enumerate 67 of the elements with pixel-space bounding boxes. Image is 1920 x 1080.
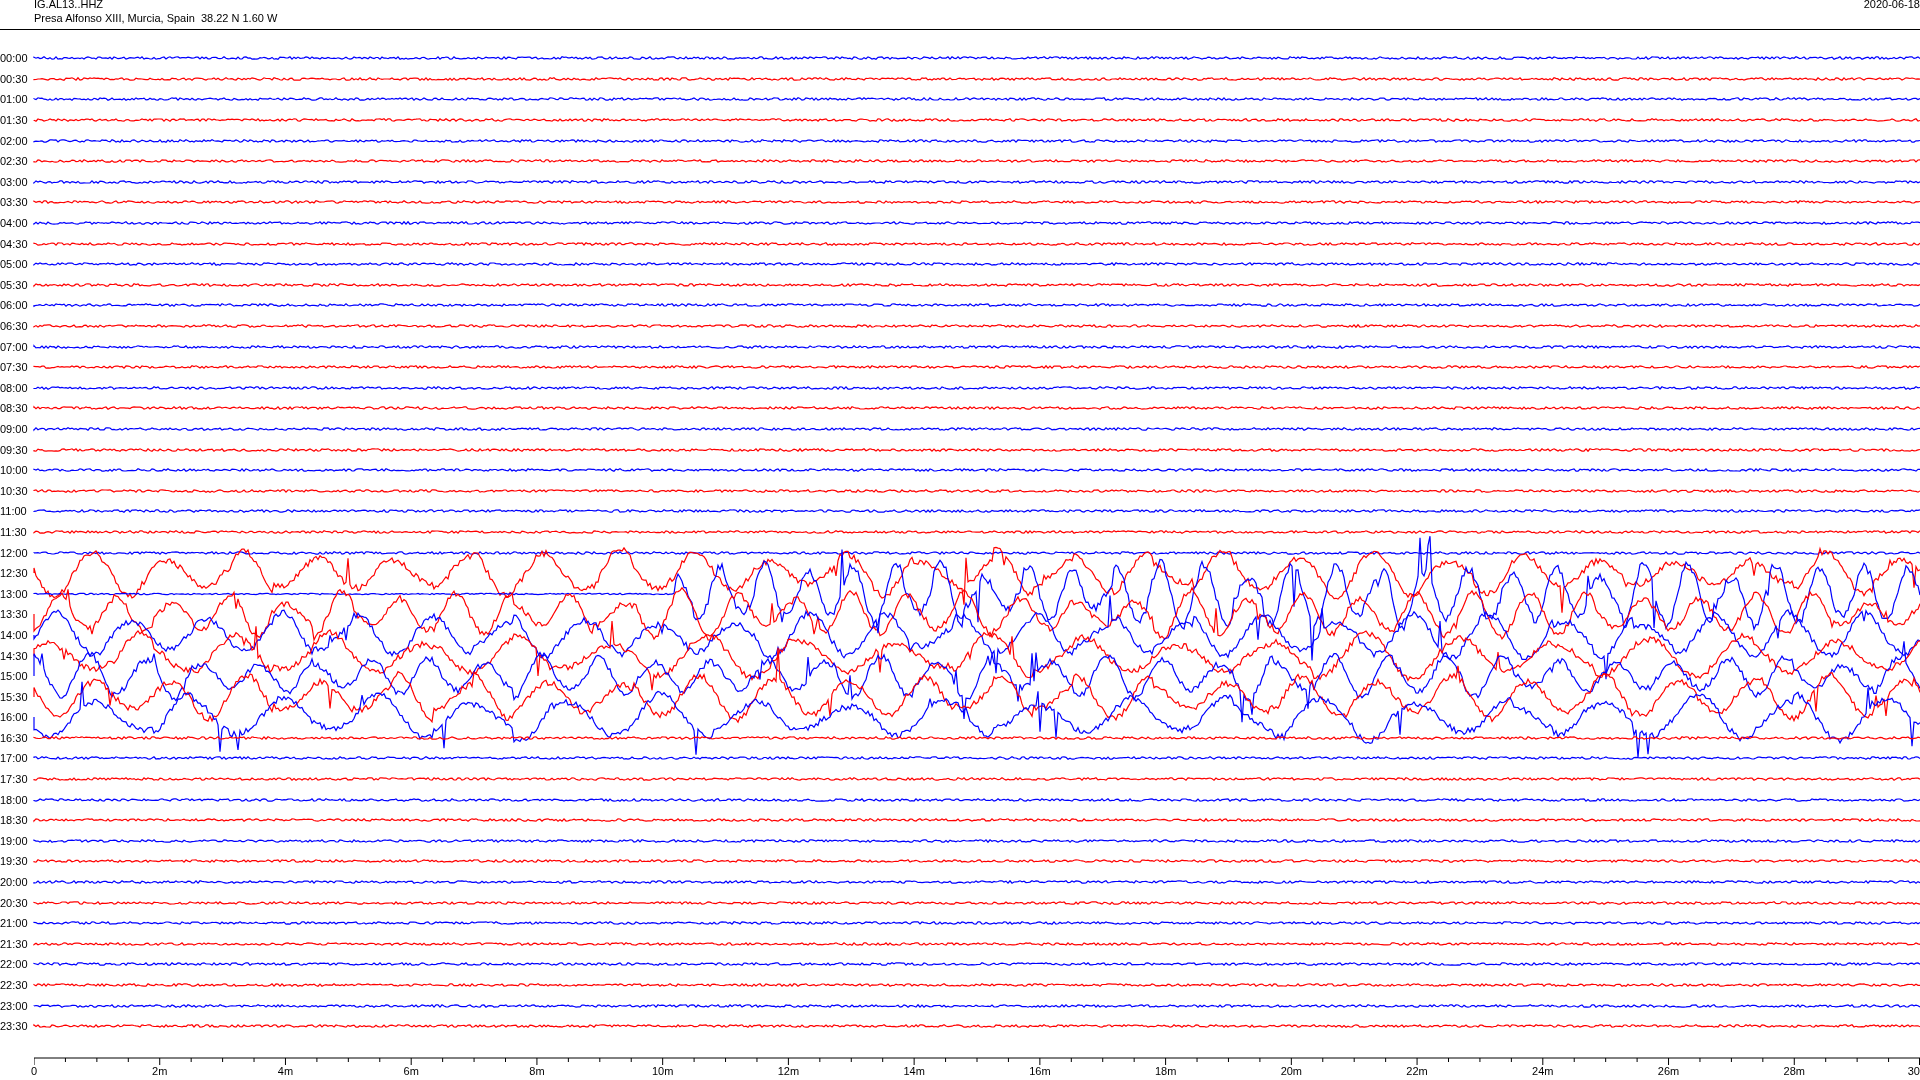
axis-tick-label: 0 — [31, 1064, 38, 1077]
row-time-label: 18:30 — [0, 814, 29, 827]
row-time-label: 13:00 — [0, 587, 29, 600]
row-time-label: 06:00 — [0, 299, 29, 312]
row-time-label: 13:30 — [0, 608, 29, 621]
axis-tick-label: 6m — [403, 1064, 419, 1077]
axis-tick-label: 20m — [1280, 1064, 1303, 1077]
row-time-label: 18:00 — [0, 793, 29, 806]
row-time-label: 22:00 — [0, 958, 29, 971]
row-time-label: 11:00 — [0, 505, 28, 518]
axis-tick-label: 12m — [777, 1064, 800, 1077]
row-time-label: 19:00 — [0, 834, 29, 847]
row-time-label: 20:00 — [0, 876, 29, 889]
row-time-label: 17:30 — [0, 773, 29, 786]
row-time-label: 00:30 — [0, 72, 29, 85]
row-time-label: 04:30 — [0, 237, 29, 250]
row-time-label: 23:00 — [0, 999, 29, 1012]
axis-tick-label: 26m — [1657, 1064, 1680, 1077]
row-time-label: 02:00 — [0, 134, 29, 147]
axis-tick-label: 10m — [651, 1064, 674, 1077]
row-time-label: 09:30 — [0, 443, 29, 456]
row-time-label: 19:30 — [0, 855, 29, 868]
row-time-label: 09:00 — [0, 423, 29, 435]
station-location: Presa Alfonso XIII, Murcia, Spain 38.22 N 1.60 W — [34, 12, 278, 24]
axis-tick-label: 30 — [1907, 1064, 1920, 1077]
row-time-label: 10:30 — [0, 484, 29, 497]
axis-tick-label: 22m — [1406, 1064, 1428, 1077]
row-time-label: 16:00 — [0, 711, 29, 724]
row-time-label: 03:00 — [0, 175, 29, 188]
row-time-label: 17:00 — [0, 752, 29, 765]
row-time-label: 02:30 — [0, 155, 29, 168]
row-time-label: 07:00 — [0, 340, 29, 353]
row-time-label: 06:30 — [0, 320, 29, 332]
axis-tick-label: 8m — [529, 1064, 545, 1077]
row-time-label: 05:00 — [0, 258, 29, 271]
row-time-label: 16:30 — [0, 731, 29, 744]
row-time-label: 20:30 — [0, 896, 29, 909]
row-time-label: 01:00 — [0, 93, 29, 106]
axis-tick-label: 2m — [152, 1064, 168, 1077]
row-time-label: 00:00 — [0, 52, 29, 65]
row-time-label: 10:00 — [0, 464, 29, 477]
row-time-label: 14:00 — [0, 628, 29, 641]
row-time-label: 05:30 — [0, 278, 29, 291]
row-time-label: 03:30 — [0, 196, 29, 209]
axis-tick-label: 24m — [1532, 1064, 1554, 1077]
row-time-label: 14:30 — [0, 649, 29, 662]
axis-tick-label: 28m — [1783, 1064, 1805, 1077]
row-time-label: 15:30 — [0, 690, 29, 703]
row-time-label: 12:30 — [0, 567, 29, 580]
row-time-label: 12:00 — [0, 546, 29, 559]
row-time-label: 21:30 — [0, 937, 29, 950]
axis-tick-label: 18m — [1154, 1064, 1177, 1077]
row-time-label: 22:30 — [0, 979, 29, 991]
row-time-label: 21:00 — [0, 917, 29, 930]
row-time-label: 08:00 — [0, 381, 29, 394]
row-time-label: 15:00 — [0, 670, 29, 683]
station-code: IG.AL13..HHZ — [34, 0, 105, 10]
row-time-label: 04:00 — [0, 217, 29, 230]
row-time-label: 07:30 — [0, 361, 29, 374]
axis-tick-label: 14m — [903, 1064, 925, 1077]
row-time-label: 11:30 — [0, 525, 28, 538]
plot-date: 2020-06-18 — [1863, 0, 1920, 12]
row-time-label: 23:30 — [0, 1020, 29, 1033]
axis-tick-label: 4m — [277, 1064, 294, 1077]
row-time-label: 01:30 — [0, 114, 29, 127]
row-time-label: 08:30 — [0, 402, 29, 415]
axis-tick-label: 16m — [1029, 1064, 1051, 1077]
